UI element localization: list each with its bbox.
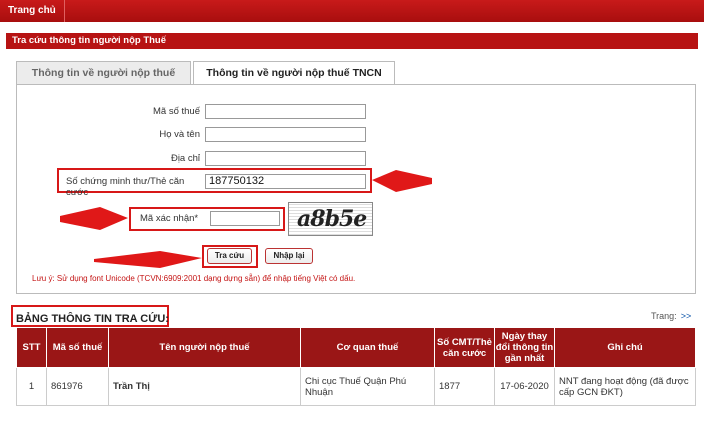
cell-note: NNT đang hoạt động (đã được cấp GCN ĐKT) [554, 367, 696, 406]
cell-last-changed: 17-06-2020 [494, 367, 555, 406]
arrow-search-icon [94, 251, 202, 268]
cell-id-number: 1877 [434, 367, 495, 406]
pagination: Trang: >> [651, 311, 691, 321]
col-last-changed: Ngày thay đổi thông tin gần nhất [494, 327, 555, 368]
cell-tax-code: 861976 [46, 367, 109, 406]
col-id-number: Số CMT/Thẻ căn cước [434, 327, 495, 368]
col-taxpayer-name: Tên người nộp thuế [108, 327, 301, 368]
col-note: Ghi chú [554, 327, 696, 368]
cell-stt: 1 [16, 367, 47, 406]
cell-taxpayer-name: Trần Thị [108, 367, 301, 406]
results-header-row: STT Mã số thuế Tên người nộp thuế Cơ qua… [16, 327, 696, 368]
results-table: STT Mã số thuế Tên người nộp thuế Cơ qua… [16, 327, 696, 406]
cell-tax-agency: Chi cục Thuế Quận Phú Nhuận [300, 367, 435, 406]
col-tax-code: Mã số thuế [46, 327, 109, 368]
arrow-id-number-icon [372, 170, 432, 192]
results-title: BẢNG THÔNG TIN TRA CỨU: [16, 313, 169, 325]
table-row: 1 861976 Trần Thị Chi cục Thuế Quận Phú … [16, 367, 696, 406]
pagination-next-link[interactable]: >> [681, 311, 692, 321]
col-tax-agency: Cơ quan thuế [300, 327, 435, 368]
arrow-captcha-icon [60, 207, 128, 230]
pagination-label: Trang: [651, 311, 677, 321]
col-stt: STT [16, 327, 47, 368]
